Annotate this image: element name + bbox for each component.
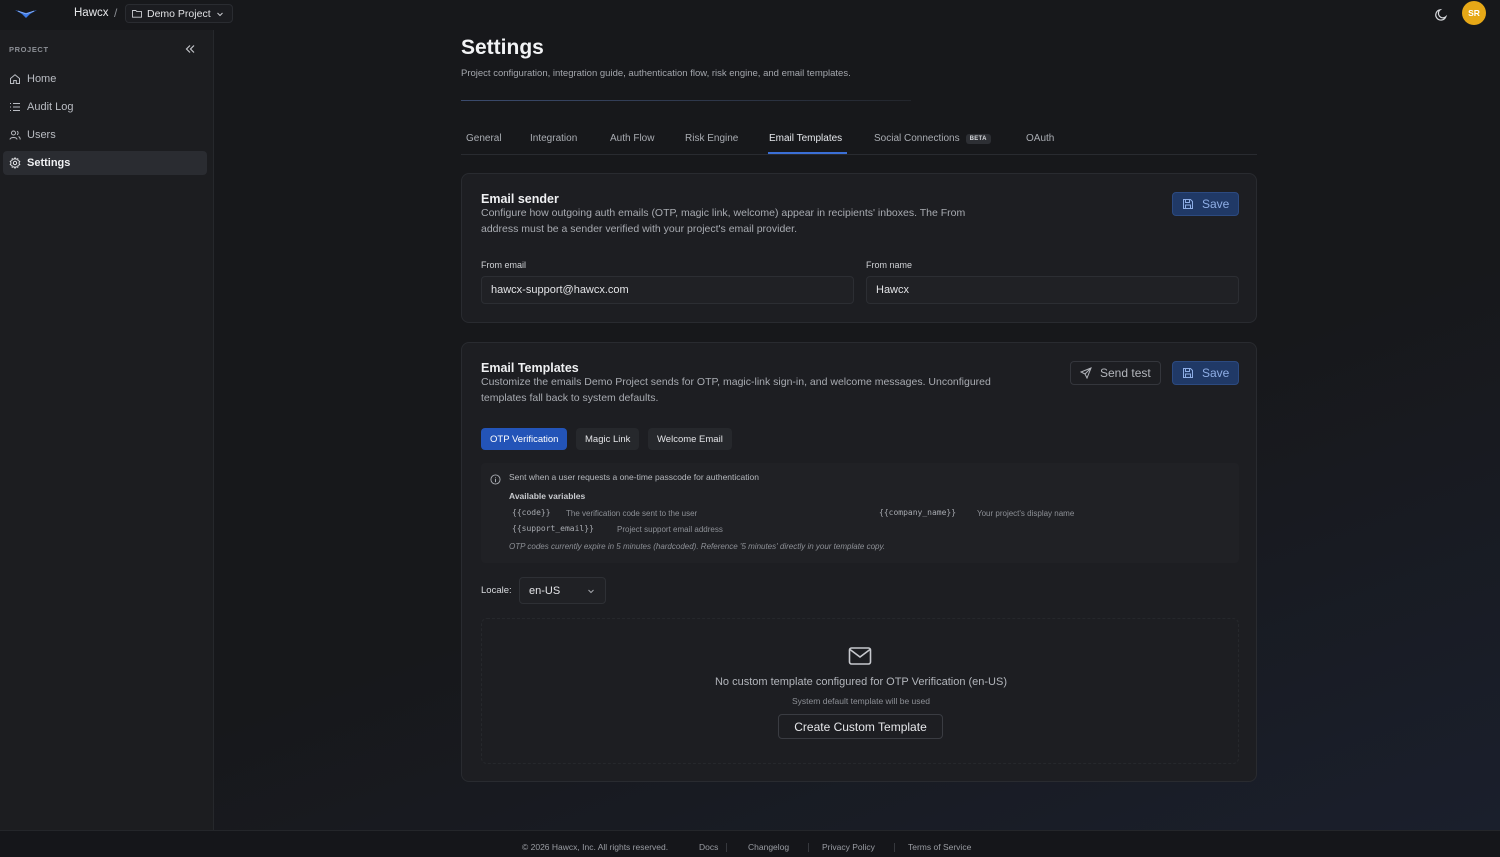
active-tab-indicator [768, 152, 847, 154]
tab-auth-flow[interactable]: Auth Flow [610, 133, 654, 144]
send-icon [1080, 367, 1092, 379]
variable-description: Project support email address [617, 525, 723, 534]
from-email-label: From email [481, 260, 527, 270]
email-sender-card: Email sender Configure how outgoing auth… [461, 173, 1257, 323]
settings-tabs: General Integration Auth Flow Risk Engin… [461, 124, 1257, 155]
footer-copyright: © 2026 Hawcx, Inc. All rights reserved. [522, 842, 669, 852]
variable-code[interactable]: {{support_email}} [512, 524, 594, 533]
sidebar-item-audit-log[interactable]: Audit Log [3, 95, 207, 119]
footer: © 2026 Hawcx, Inc. All rights reserved. … [0, 830, 1500, 857]
tab-email-templates[interactable]: Email Templates [769, 133, 842, 144]
empty-template-state: No custom template configured for OTP Ve… [481, 618, 1239, 764]
tab-oauth[interactable]: OAuth [1026, 133, 1054, 144]
footer-divider [726, 843, 727, 852]
variable-description: Your project's display name [977, 509, 1075, 518]
card-description: Customize the emails Demo Project sends … [481, 376, 991, 404]
locale-value: en-US [529, 584, 561, 597]
footer-link-privacy-policy[interactable]: Privacy Policy [822, 842, 875, 852]
locale-label: Locale: [481, 585, 512, 596]
template-tab-welcome-email[interactable]: Welcome Email [648, 428, 732, 450]
footer-divider [894, 843, 895, 852]
tab-label: Social Connections [874, 133, 960, 144]
tab-risk-engine[interactable]: Risk Engine [685, 133, 738, 144]
send-test-button[interactable]: Send test [1070, 361, 1161, 385]
variable-code[interactable]: {{code}} [512, 508, 551, 517]
create-custom-template-button[interactable]: Create Custom Template [778, 714, 943, 739]
footer-link-terms-of-service[interactable]: Terms of Service [908, 842, 971, 852]
footer-divider [808, 843, 809, 852]
template-tab-magic-link[interactable]: Magic Link [576, 428, 640, 450]
page-subtitle: Project configuration, integration guide… [461, 68, 851, 79]
sidebar-item-label: Users [27, 129, 56, 141]
moon-icon[interactable] [1434, 7, 1449, 22]
folder-icon [132, 10, 142, 18]
save-label: Save [1202, 197, 1230, 211]
home-icon [10, 74, 20, 84]
template-info-text: Sent when a user requests a one-time pas… [509, 472, 759, 482]
footer-link-changelog[interactable]: Changelog [748, 842, 789, 852]
save-icon [1183, 368, 1193, 378]
breadcrumb-separator: / [114, 6, 118, 20]
save-button[interactable]: Save [1172, 192, 1240, 216]
available-variables-heading: Available variables [509, 491, 586, 501]
chevron-down-icon [588, 589, 594, 594]
empty-state-subtitle: System default template will be used [792, 696, 930, 706]
chevron-down-icon [216, 12, 223, 16]
info-icon [490, 474, 501, 485]
sidebar: PROJECT Home Audit Log Users Settings [0, 30, 214, 830]
page-title: Settings [461, 36, 544, 59]
sidebar-item-label: Home [27, 73, 57, 85]
expiry-note: OTP codes currently expire in 5 minutes … [509, 542, 886, 551]
sidebar-item-users[interactable]: Users [3, 123, 207, 147]
template-info-box: Sent when a user requests a one-time pas… [481, 463, 1239, 563]
sidebar-item-label: Audit Log [27, 101, 74, 113]
breadcrumb-org[interactable]: Hawcx [74, 7, 109, 19]
chevrons-left-icon[interactable] [183, 42, 197, 56]
from-name-field[interactable]: Hawcx [866, 276, 1239, 304]
from-name-label: From name [866, 260, 913, 270]
variable-description: The verification code sent to the user [566, 509, 698, 518]
top-bar: Hawcx / Demo Project SR [0, 0, 1500, 30]
project-switcher[interactable]: Demo Project [125, 4, 233, 23]
gear-icon [9, 157, 21, 169]
mail-icon [848, 647, 872, 665]
title-divider [461, 100, 911, 101]
tab-social-connections[interactable]: Social Connections BETA [874, 133, 991, 144]
locale-select[interactable]: en-US [519, 577, 606, 604]
avatar[interactable]: SR [1462, 1, 1486, 25]
variable-code[interactable]: {{company_name}} [879, 508, 956, 517]
sidebar-heading: PROJECT [9, 45, 49, 54]
tab-general[interactable]: General [466, 133, 502, 144]
sidebar-item-label: Settings [27, 157, 71, 169]
from-email-field[interactable]: hawcx-support@hawcx.com [481, 276, 854, 304]
send-test-label: Send test [1100, 366, 1151, 380]
tab-integration[interactable]: Integration [530, 133, 577, 144]
save-label: Save [1202, 366, 1230, 380]
card-description: Configure how outgoing auth emails (OTP,… [481, 207, 966, 235]
sidebar-item-home[interactable]: Home [3, 67, 207, 91]
beta-badge: BETA [965, 133, 991, 144]
email-templates-card: Email Templates Customize the emails Dem… [461, 342, 1257, 782]
list-icon [10, 103, 20, 111]
template-tab-otp-verification[interactable]: OTP Verification [481, 428, 568, 450]
sidebar-item-settings[interactable]: Settings [3, 151, 207, 175]
empty-state-title: No custom template configured for OTP Ve… [714, 676, 1008, 688]
users-icon [9, 130, 21, 140]
footer-link-docs[interactable]: Docs [699, 842, 718, 852]
hawcx-logo-icon[interactable] [14, 8, 38, 20]
save-icon [1183, 199, 1193, 209]
card-title: Email sender [481, 192, 559, 206]
project-name: Demo Project [147, 7, 211, 20]
save-button[interactable]: Save [1172, 361, 1240, 385]
card-title: Email Templates [481, 361, 579, 375]
